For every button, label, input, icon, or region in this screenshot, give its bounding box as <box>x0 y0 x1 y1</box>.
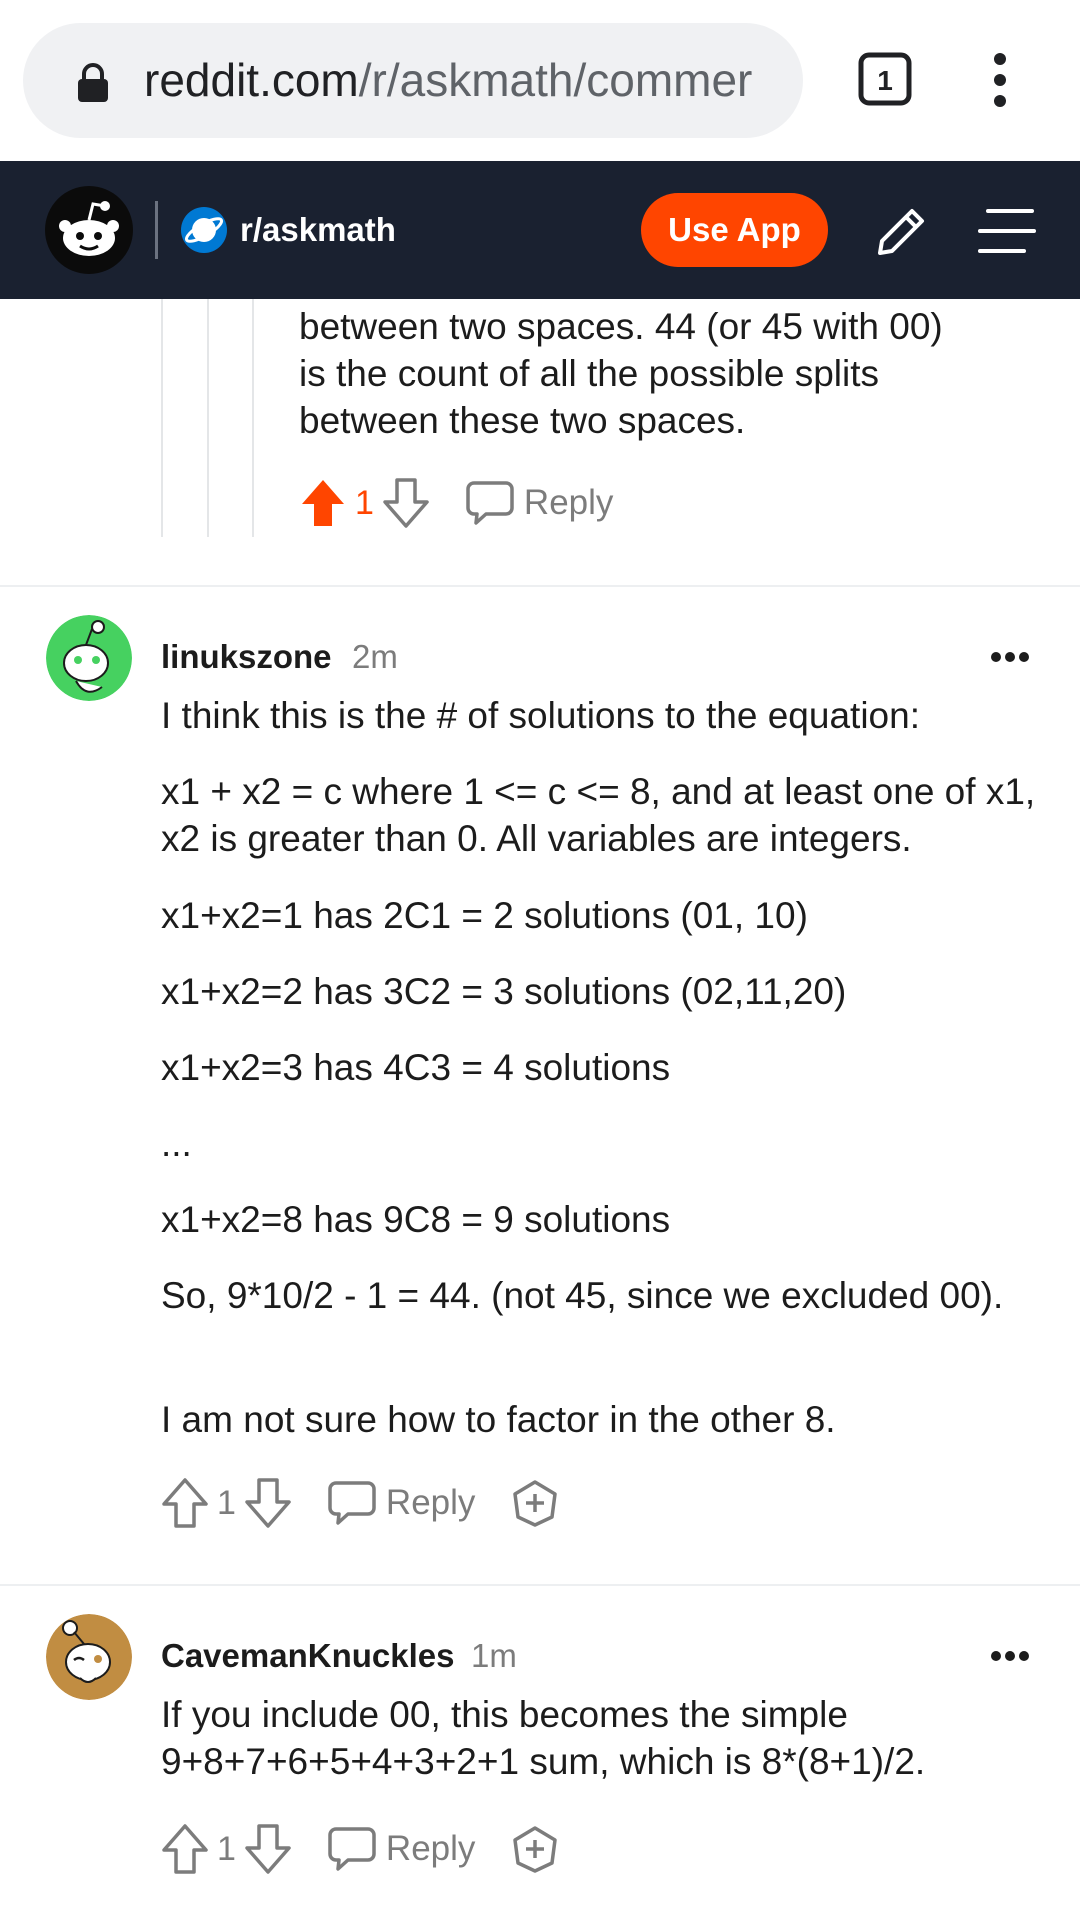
thread-line[interactable] <box>161 299 163 537</box>
reply-label: Reply <box>385 1829 476 1868</box>
comment-separator <box>0 585 1080 587</box>
reply-label: Reply <box>523 483 614 522</box>
comment-bubble-icon <box>466 481 514 525</box>
comment-line: is the count of all the possible splits <box>299 353 879 394</box>
comments-area: between two spaces. 44 (or 45 with 00) i… <box>0 299 1080 1920</box>
more-options-icon[interactable] <box>990 651 1030 663</box>
reply-button[interactable]: Reply <box>328 1826 475 1872</box>
header-divider <box>155 201 158 259</box>
comment-paragraph: So, 9*10/2 - 1 = 44. (not 45, since we e… <box>161 1275 1004 1316</box>
reddit-header: r/askmath Use App <box>0 161 1080 299</box>
comment-body: between two spaces. 44 (or 45 with 00) i… <box>299 303 1059 444</box>
vote-count: 1 <box>355 483 374 522</box>
kebab-menu-icon[interactable] <box>980 52 1020 108</box>
comment-paragraph: x1+x2=3 has 4C3 = 4 solutions <box>161 1047 671 1088</box>
comment-line: between two spaces. 44 (or 45 with 00) <box>299 306 943 347</box>
award-icon[interactable] <box>511 1479 559 1527</box>
award-icon[interactable] <box>511 1825 559 1873</box>
comment-separator <box>0 1584 1080 1586</box>
tab-count: 1 <box>877 65 893 96</box>
tab-switcher-icon[interactable]: 1 <box>858 52 912 106</box>
comment-paragraph: If you include 00, this becomes the simp… <box>161 1694 926 1782</box>
thread-line[interactable] <box>252 299 254 537</box>
pencil-icon[interactable] <box>872 203 930 261</box>
thread-line[interactable] <box>207 299 209 537</box>
comment-timestamp: 1m <box>471 1637 517 1674</box>
url-text[interactable]: reddit.com/r/askmath/commer <box>144 49 794 111</box>
hamburger-menu-icon[interactable] <box>978 205 1036 257</box>
reddit-logo-icon[interactable] <box>45 186 133 274</box>
use-app-button[interactable]: Use App <box>641 193 828 267</box>
comment-timestamp: 2m <box>352 638 398 675</box>
comment-bubble-icon <box>328 1481 376 1525</box>
comment-paragraph: x1+x2=1 has 2C1 = 2 solutions (01, 10) <box>161 895 808 936</box>
comment-paragraph: x1 + x2 = c where 1 <= c <= 8, and at le… <box>161 771 1036 859</box>
comment-username[interactable]: CavemanKnuckles <box>161 1637 454 1675</box>
comment-line: between these two spaces. <box>299 400 746 441</box>
comment-paragraph: I think this is the # of solutions to th… <box>161 695 920 736</box>
downvote-icon[interactable] <box>244 1477 292 1529</box>
reply-label: Reply <box>385 1483 476 1522</box>
upvote-icon[interactable] <box>161 1477 209 1529</box>
comment-paragraph: I am not sure how to factor in the other… <box>161 1399 836 1440</box>
comment-actions: 1 Reply <box>161 1477 559 1529</box>
comment-bubble-icon <box>328 1827 376 1871</box>
url-domain: reddit.com <box>144 54 359 106</box>
comment-paragraph: x1+x2=2 has 3C2 = 3 solutions (02,11,20) <box>161 971 847 1012</box>
avatar[interactable] <box>46 1614 132 1700</box>
comment-actions: 1 Reply <box>161 1823 559 1875</box>
more-options-icon[interactable] <box>990 1650 1030 1662</box>
comment-username[interactable]: linukszone <box>161 638 332 676</box>
upvote-icon[interactable] <box>161 1823 209 1875</box>
downvote-icon[interactable] <box>382 477 430 529</box>
reply-button[interactable]: Reply <box>328 1480 475 1526</box>
reply-button[interactable]: Reply <box>466 480 613 526</box>
vote-count: 1 <box>217 1829 236 1868</box>
lock-icon[interactable] <box>75 63 111 103</box>
subreddit-planet-icon[interactable] <box>181 207 227 253</box>
address-bar[interactable]: reddit.com/r/askmath/commer <box>23 23 803 138</box>
upvote-icon[interactable] <box>299 477 347 529</box>
comment-paragraph: ... <box>161 1123 192 1164</box>
comment-actions: 1 Reply <box>299 477 613 529</box>
url-path: /r/askmath/commer <box>358 54 753 106</box>
browser-toolbar: reddit.com/r/askmath/commer 1 <box>0 0 1080 161</box>
avatar[interactable] <box>46 615 132 701</box>
downvote-icon[interactable] <box>244 1823 292 1875</box>
vote-count: 1 <box>217 1483 236 1522</box>
comment-paragraph: x1+x2=8 has 9C8 = 9 solutions <box>161 1199 671 1240</box>
subreddit-name[interactable]: r/askmath <box>240 207 396 253</box>
